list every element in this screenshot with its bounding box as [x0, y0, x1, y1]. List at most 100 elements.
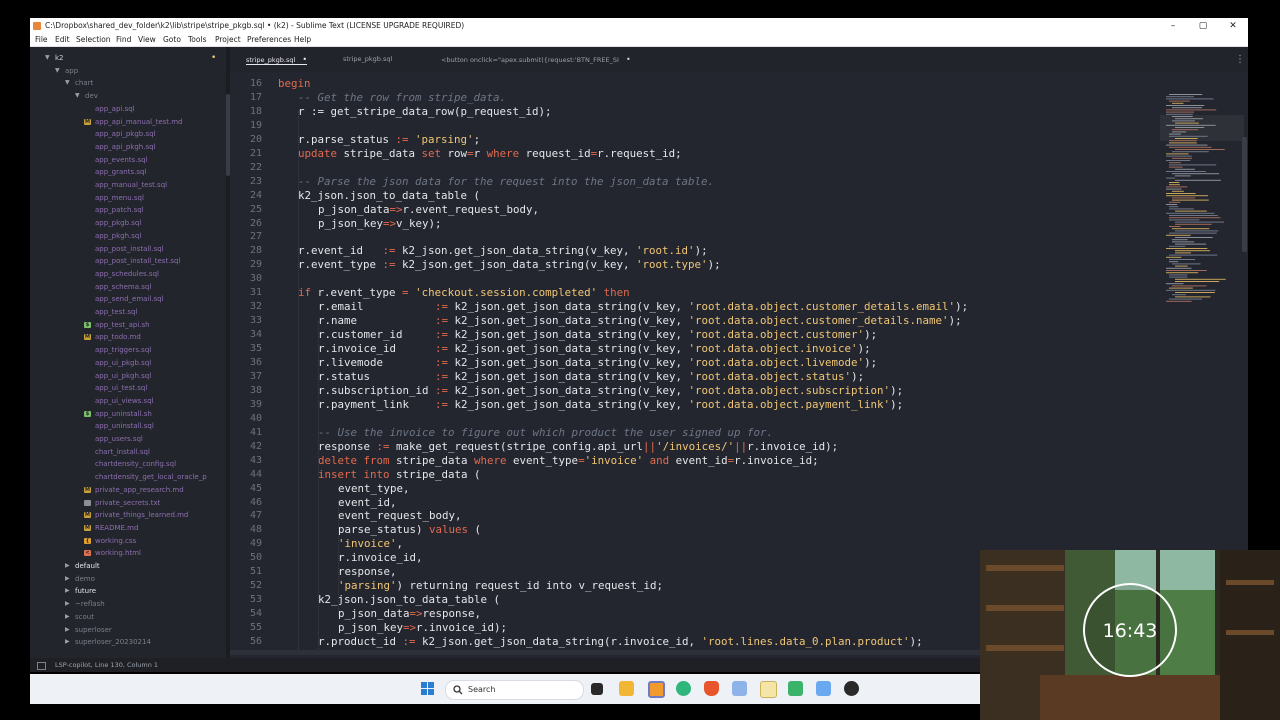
- chevron-right-icon[interactable]: ▶: [65, 624, 70, 637]
- maximize-button[interactable]: ▢: [1190, 18, 1216, 34]
- chevron-right-icon[interactable]: ▶: [65, 585, 70, 598]
- obs-icon[interactable]: [844, 681, 859, 696]
- code-line[interactable]: insert into stripe_data (: [318, 468, 481, 482]
- code-line[interactable]: 'invoice',: [338, 537, 403, 551]
- close-button[interactable]: ✕: [1220, 18, 1246, 34]
- code-line[interactable]: r.invoice_id := k2_json.get_json_data_st…: [318, 342, 871, 356]
- menu-edit[interactable]: Edit: [55, 34, 70, 46]
- sidebar-file[interactable]: app_ui_test.sql: [30, 382, 226, 395]
- sidebar-file[interactable]: app_schedules.sql: [30, 268, 226, 281]
- tab-menu-icon[interactable]: ⋮: [1235, 47, 1245, 72]
- code-line[interactable]: event_id,: [338, 496, 397, 510]
- code-line[interactable]: delete from stripe_data where event_type…: [318, 454, 819, 468]
- sidebar-file[interactable]: Mprivate_things_learned.md: [30, 509, 226, 522]
- code-line[interactable]: r.event_id := k2_json.get_json_data_stri…: [298, 244, 708, 258]
- windows-start-icon[interactable]: [421, 682, 435, 696]
- code-line[interactable]: -- Get the row from stripe_data.: [298, 91, 506, 105]
- code-line[interactable]: update stripe_data set row=r where reque…: [298, 147, 682, 161]
- sidebar-file[interactable]: app_api.sql: [30, 103, 226, 116]
- tab-button-snippet[interactable]: <button onclick="apex.submit({request:'B…: [441, 47, 631, 72]
- sidebar-file[interactable]: {working.css: [30, 535, 226, 548]
- code-line[interactable]: r.invoice_id,: [338, 551, 423, 565]
- task-view-icon[interactable]: [591, 683, 603, 695]
- menu-preferences[interactable]: Preferences: [247, 34, 291, 46]
- browser-icon[interactable]: [676, 681, 691, 696]
- sidebar-file[interactable]: app_ui_views.sql: [30, 395, 226, 408]
- sidebar-folder[interactable]: ▼ app: [30, 65, 226, 78]
- sidebar-root[interactable]: ▼ k2 •: [30, 52, 226, 65]
- sidebar-folder[interactable]: ▶ superloser: [30, 624, 226, 637]
- code-line[interactable]: p_json_key=>v_key);: [318, 217, 442, 231]
- sidebar-file[interactable]: chartdensity_get_local_oracle_p: [30, 471, 226, 484]
- sidebar-file[interactable]: $ app_uninstall.sh: [30, 408, 226, 421]
- sidebar-file[interactable]: app_grants.sql: [30, 166, 226, 179]
- sidebar-folder[interactable]: ▶ future: [30, 585, 226, 598]
- file-explorer-icon[interactable]: [619, 681, 634, 696]
- code-line[interactable]: if r.event_type = 'checkout.session.comp…: [298, 286, 630, 300]
- chevron-down-icon[interactable]: ▼: [65, 77, 70, 90]
- code-line[interactable]: k2_json.json_to_data_table (: [298, 189, 480, 203]
- sidebar-file[interactable]: app_pkgb.sql: [30, 217, 226, 230]
- sidebar-folder[interactable]: ▶ default: [30, 560, 226, 573]
- brave-icon[interactable]: [704, 681, 719, 696]
- code-line[interactable]: r.parse_status := 'parsing';: [298, 133, 480, 147]
- sidebar-folder[interactable]: ▶ demo: [30, 573, 226, 586]
- sidebar-file[interactable]: app_test.sql: [30, 306, 226, 319]
- sidebar-file[interactable]: app_uninstall.sql: [30, 420, 226, 433]
- sidebar-file[interactable]: app_send_email.sql: [30, 293, 226, 306]
- sidebar-folder[interactable]: ▶ superloser_20230214: [30, 636, 226, 649]
- code-line[interactable]: r.event_type := k2_json.get_json_data_st…: [298, 258, 721, 272]
- sidebar-folder[interactable]: ▼ chart: [30, 77, 226, 90]
- sidebar-file[interactable]: chartdensity_config.sql: [30, 458, 226, 471]
- snipping-tool-icon[interactable]: [732, 681, 747, 696]
- code-line[interactable]: k2_json.json_to_data_table (: [318, 593, 500, 607]
- chevron-down-icon[interactable]: ▼: [55, 65, 60, 78]
- sidebar-file[interactable]: app_menu.sql: [30, 192, 226, 205]
- sidebar-file[interactable]: app_users.sql: [30, 433, 226, 446]
- sidebar-file[interactable]: app_events.sql: [30, 154, 226, 167]
- chevron-right-icon[interactable]: ▶: [65, 611, 70, 624]
- sidebar-folder[interactable]: ▶ ~reflash: [30, 598, 226, 611]
- sidebar-file[interactable]: app_patch.sql: [30, 204, 226, 217]
- sidebar-folder[interactable]: ▶ scout: [30, 611, 226, 624]
- code-line[interactable]: r.email := k2_json.get_json_data_string(…: [318, 300, 968, 314]
- code-line[interactable]: p_json_data=>r.event_request_body,: [318, 203, 539, 217]
- code-line[interactable]: response,: [338, 565, 397, 579]
- code-line[interactable]: event_type,: [338, 482, 410, 496]
- code-line[interactable]: -- Use the invoice to figure out which p…: [318, 426, 773, 440]
- code-line[interactable]: r := get_stripe_data_row(p_request_id);: [298, 105, 552, 119]
- code-line[interactable]: p_json_key=>r.invoice_id);: [338, 621, 507, 635]
- sidebar-file[interactable]: app_ui_pkgh.sql: [30, 370, 226, 383]
- sidebar-file[interactable]: Mapp_api_manual_test.md: [30, 116, 226, 129]
- menu-tools[interactable]: Tools: [188, 34, 206, 46]
- sidebar-file[interactable]: Mapp_todo.md: [30, 331, 226, 344]
- menu-goto[interactable]: Goto: [163, 34, 181, 46]
- code-line[interactable]: r.livemode := k2_json.get_json_data_stri…: [318, 356, 877, 370]
- menu-view[interactable]: View: [138, 34, 156, 46]
- code-line[interactable]: r.product_id := k2_json.get_json_data_st…: [318, 635, 923, 649]
- taskbar-search[interactable]: Search: [445, 680, 584, 700]
- chevron-down-icon[interactable]: ▼: [75, 90, 80, 103]
- minimize-button[interactable]: –: [1160, 18, 1186, 34]
- code-line[interactable]: -- Parse the json data for the request i…: [298, 175, 714, 189]
- code-line[interactable]: event_request_body,: [338, 509, 462, 523]
- sticky-notes-icon[interactable]: [760, 681, 777, 698]
- code-line[interactable]: r.customer_id := k2_json.get_json_data_s…: [318, 328, 877, 342]
- code-line[interactable]: response := make_get_request(stripe_conf…: [318, 440, 838, 454]
- app-icon[interactable]: [816, 681, 831, 696]
- chevron-right-icon[interactable]: ▶: [65, 573, 70, 586]
- code-line[interactable]: r.name := k2_json.get_json_data_string(v…: [318, 314, 962, 328]
- sidebar-file[interactable]: app_pkgh.sql: [30, 230, 226, 243]
- code-line[interactable]: r.status := k2_json.get_json_data_string…: [318, 370, 864, 384]
- chevron-right-icon[interactable]: ▶: [65, 598, 70, 611]
- sidebar-file[interactable]: Mprivate_app_research.md: [30, 484, 226, 497]
- tab-stripe-pkgb[interactable]: stripe_pkgb.sql: [343, 47, 392, 72]
- sidebar-file[interactable]: app_post_install_test.sql: [30, 255, 226, 268]
- chevron-right-icon[interactable]: ▶: [65, 560, 70, 573]
- chevron-right-icon[interactable]: ▶: [65, 636, 70, 649]
- sidebar-file[interactable]: private_secrets.txt: [30, 497, 226, 510]
- sidebar-file[interactable]: M README.md: [30, 522, 226, 535]
- menu-selection[interactable]: Selection: [76, 34, 111, 46]
- sublime-text-icon[interactable]: [648, 681, 665, 698]
- sidebar-file[interactable]: app_api_pkgh.sql: [30, 141, 226, 154]
